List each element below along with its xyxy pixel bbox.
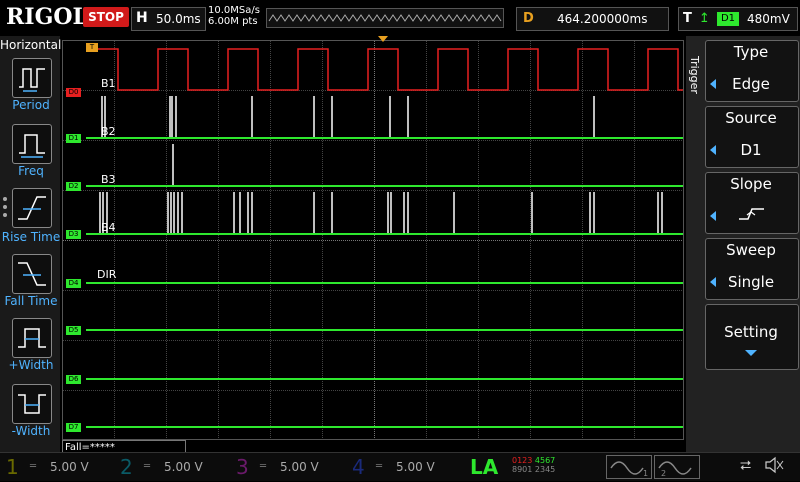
page-dot (3, 213, 7, 217)
channel-label-b4: B4 (101, 221, 116, 234)
period-label: Period (12, 98, 50, 112)
rise-time-icon (18, 196, 46, 220)
usb-icon: ⮂ (740, 458, 752, 474)
arrow-left-icon (710, 79, 716, 89)
page-dot (3, 197, 7, 201)
sine-wave-icon: 2 (658, 461, 692, 478)
menu-title: Horizontal (0, 38, 62, 52)
logic-analyzer-button[interactable]: LA (470, 455, 498, 479)
generator-2-button[interactable]: 2 (654, 455, 700, 479)
sample-rate: 10.0MSa/s (208, 5, 260, 16)
positive-width-label: +Width (8, 358, 54, 372)
freq-button[interactable] (12, 124, 52, 164)
trigger-status-box[interactable]: T ↥ D1 480mV (678, 7, 798, 31)
dc-coupling-icon: ═ (260, 461, 267, 472)
speaker-muted-icon[interactable] (764, 456, 784, 474)
grid-border (62, 40, 684, 440)
delay-value: 464.200000ms (557, 12, 648, 26)
negative-width-icon (18, 394, 46, 414)
period-button[interactable] (12, 58, 52, 98)
trigger-level: 480mV (747, 12, 790, 26)
timebase-value: 50.0ms (156, 12, 201, 26)
negative-width-button[interactable] (12, 384, 52, 424)
channel-label-b1: B1 (101, 77, 116, 90)
la-channel-map[interactable]: 0123 4567 8901 2345 (512, 456, 555, 474)
rise-time-label: Rise Time (1, 230, 61, 244)
trigger-menu-title: Trigger (688, 56, 701, 94)
channel-label-b3: B3 (101, 173, 116, 186)
dc-coupling-icon: ═ (30, 461, 37, 472)
arrow-down-icon (745, 350, 757, 356)
arrow-left-icon (710, 145, 716, 155)
channel-tag-d6[interactable]: D6 (66, 375, 81, 384)
channel-4-status[interactable]: 4 ═ 5.00 V (346, 455, 458, 479)
trigger-slope-label: Slope (730, 175, 772, 193)
trigger-source-badge: D1 (717, 12, 739, 26)
svg-text:1: 1 (643, 469, 648, 478)
memory-wave-icon (268, 14, 502, 22)
rising-slope-icon (738, 206, 766, 226)
delay-box[interactable]: D 464.200000ms (516, 7, 669, 31)
memory-overview[interactable] (266, 8, 504, 28)
memory-depth: 6.00M pts (208, 16, 258, 27)
trigger-sweep-value: Single (727, 273, 775, 291)
delay-label: D (523, 11, 534, 26)
channel-tag-d4[interactable]: D4 (66, 279, 81, 288)
sine-wave-icon: 1 (610, 461, 648, 478)
negative-width-label: -Width (11, 424, 51, 438)
sample-info: 10.0MSa/s 6.00M pts (208, 5, 260, 27)
rise-time-button[interactable] (12, 188, 52, 228)
channel-2-status[interactable]: 2 ═ 5.00 V (114, 455, 226, 479)
arrow-left-icon (710, 277, 716, 287)
page-dot (3, 205, 7, 209)
channel-tag-d2[interactable]: D2 (66, 182, 81, 191)
timebase-label: H (136, 10, 148, 26)
run-stop-indicator[interactable]: STOP (83, 7, 129, 27)
trigger-type-value: Edge (732, 75, 770, 93)
dc-coupling-icon: ═ (376, 461, 383, 472)
rising-edge-icon: ↥ (699, 11, 710, 26)
timebase-box[interactable]: H 50.0ms (131, 7, 206, 31)
channel-3-status[interactable]: 3 ═ 5.00 V (230, 455, 342, 479)
channel-tag-d1[interactable]: D1 (66, 134, 81, 143)
dc-coupling-icon: ═ (144, 461, 151, 472)
channel-tag-d0[interactable]: D0 (66, 88, 81, 97)
freq-icon (19, 134, 45, 158)
channel-tag-d5[interactable]: D5 (66, 326, 81, 335)
trigger-type-label: Type (733, 43, 769, 61)
trigger-source-label: Source (725, 109, 777, 127)
fall-time-label: Fall Time (4, 294, 58, 308)
arrow-left-icon (710, 211, 716, 221)
positive-width-button[interactable] (12, 318, 52, 358)
trigger-source-value: D1 (740, 141, 762, 159)
generator-1-button[interactable]: 1 (606, 455, 652, 479)
period-icon (19, 68, 45, 92)
channel-1-status[interactable]: 1 ═ 5.00 V (0, 455, 112, 479)
fall-time-icon (18, 262, 46, 286)
channel-label-dir: DIR (97, 268, 117, 281)
channel-label-b2: B2 (101, 125, 116, 138)
freq-label: Freq (18, 164, 44, 178)
trigger-sweep-label: Sweep (726, 241, 776, 259)
trigger-position-marker-icon[interactable] (378, 36, 388, 42)
trigger-setting-label: Setting (724, 323, 778, 341)
trigger-level-marker-icon[interactable]: T (86, 43, 98, 52)
trigger-label: T (683, 11, 692, 26)
positive-width-icon (18, 328, 46, 348)
brand-logo: RIGOL (6, 4, 88, 30)
fall-time-button[interactable] (12, 254, 52, 294)
channel-tag-d3[interactable]: D3 (66, 230, 81, 239)
channel-tag-d7[interactable]: D7 (66, 423, 81, 432)
svg-text:2: 2 (661, 469, 666, 478)
